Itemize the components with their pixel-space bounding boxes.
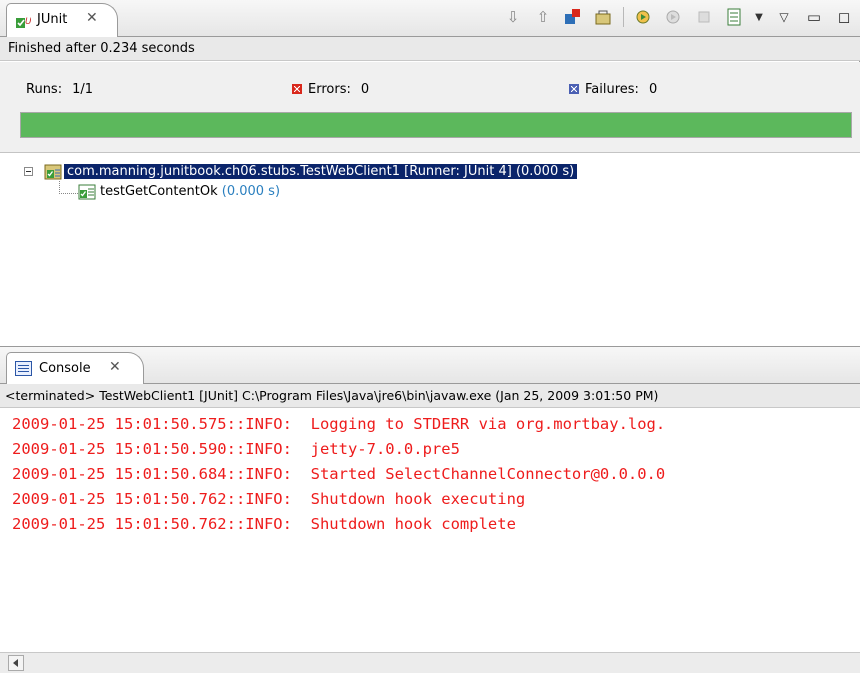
tree-item-suite[interactable]: com.manning.junitbook.ch06.stubs.TestWeb… — [64, 162, 578, 182]
rerun-test-icon[interactable] — [634, 7, 654, 27]
failure-icon — [569, 84, 579, 94]
tree-item-test[interactable]: testGetContentOk (0.000 s) — [100, 182, 280, 202]
console-tab-bar: Console ✕ — [0, 346, 860, 385]
log-line: 2009-01-25 15:01:50.684::INFO: Started S… — [12, 465, 666, 483]
test-suite-icon — [44, 164, 62, 180]
junit-tab-label: JUnit — [37, 12, 68, 27]
console-icon — [15, 361, 32, 376]
errors-label: Errors: — [308, 82, 351, 97]
junit-icon: U — [16, 17, 31, 28]
minimize-icon[interactable]: ▭ — [804, 7, 824, 27]
show-failures-only-icon[interactable] — [563, 7, 583, 27]
errors-value: 0 — [360, 82, 370, 97]
junit-view: U JUnit ✕ ⇩ ⇧ ▼ ▽ ▭ ◻ Finished after 0.2… — [0, 0, 860, 347]
log-line: 2009-01-25 15:01:50.762::INFO: Shutdown … — [12, 490, 526, 508]
close-icon[interactable]: ✕ — [86, 10, 98, 26]
collapse-icon[interactable] — [24, 167, 33, 176]
console-view: Console ✕ <terminated> TestWebClient1 [J… — [0, 346, 860, 673]
run-counters: Runs: 1/1 Errors: 0 Failures: 0 — [0, 62, 860, 152]
scroll-lock-icon[interactable] — [593, 7, 613, 27]
console-tab[interactable]: Console ✕ — [6, 352, 144, 385]
runs-value: 1/1 — [72, 82, 94, 97]
rerun-failed-first-icon[interactable] — [664, 7, 684, 27]
suite-label: com.manning.junitbook.ch06.stubs.TestWeb… — [64, 164, 578, 179]
test-run-history-icon[interactable] — [724, 7, 744, 27]
scroll-left-icon[interactable] — [8, 655, 24, 671]
test-case-icon — [78, 184, 96, 200]
errors-counter: Errors: 0 — [292, 82, 369, 97]
console-output[interactable]: 2009-01-25 15:01:50.575::INFO: Logging t… — [0, 408, 860, 648]
tree-connector — [59, 181, 78, 194]
failures-counter: Failures: 0 — [569, 82, 657, 97]
test-tree: com.manning.junitbook.ch06.stubs.TestWeb… — [0, 152, 860, 347]
console-tab-label: Console — [39, 361, 91, 376]
previous-failure-icon[interactable]: ⇧ — [533, 7, 553, 27]
horizontal-scrollbar[interactable] — [0, 652, 860, 673]
test-name: testGetContentOk — [100, 184, 218, 199]
test-time: (0.000 s) — [221, 184, 281, 199]
process-status: <terminated> TestWebClient1 [JUnit] C:\P… — [0, 384, 860, 408]
junit-tab[interactable]: U JUnit ✕ — [6, 3, 118, 37]
log-line: 2009-01-25 15:01:50.762::INFO: Shutdown … — [12, 515, 516, 533]
failures-value: 0 — [648, 82, 658, 97]
log-line: 2009-01-25 15:01:50.575::INFO: Logging t… — [12, 415, 666, 433]
junit-tab-bar: U JUnit ✕ ⇩ ⇧ ▼ ▽ ▭ ◻ — [0, 0, 860, 37]
failures-label: Failures: — [585, 82, 639, 97]
runs-label: Runs: — [26, 82, 63, 97]
junit-toolbar: ⇩ ⇧ ▼ ▽ ▭ ◻ — [503, 5, 854, 29]
run-status: Finished after 0.234 seconds — [0, 37, 860, 61]
dropdown-icon[interactable]: ▼ — [754, 7, 764, 27]
log-line: 2009-01-25 15:01:50.590::INFO: jetty-7.0… — [12, 440, 460, 458]
view-menu-icon[interactable]: ▽ — [774, 7, 794, 27]
maximize-icon[interactable]: ◻ — [834, 7, 854, 27]
stop-icon[interactable] — [694, 7, 714, 27]
next-failure-icon[interactable]: ⇩ — [503, 7, 523, 27]
close-icon[interactable]: ✕ — [109, 359, 121, 375]
svg-text:U: U — [25, 17, 31, 27]
progress-bar — [20, 112, 852, 138]
error-icon — [292, 84, 302, 94]
runs-counter: Runs: 1/1 — [26, 82, 93, 97]
toolbar-separator — [623, 7, 624, 27]
